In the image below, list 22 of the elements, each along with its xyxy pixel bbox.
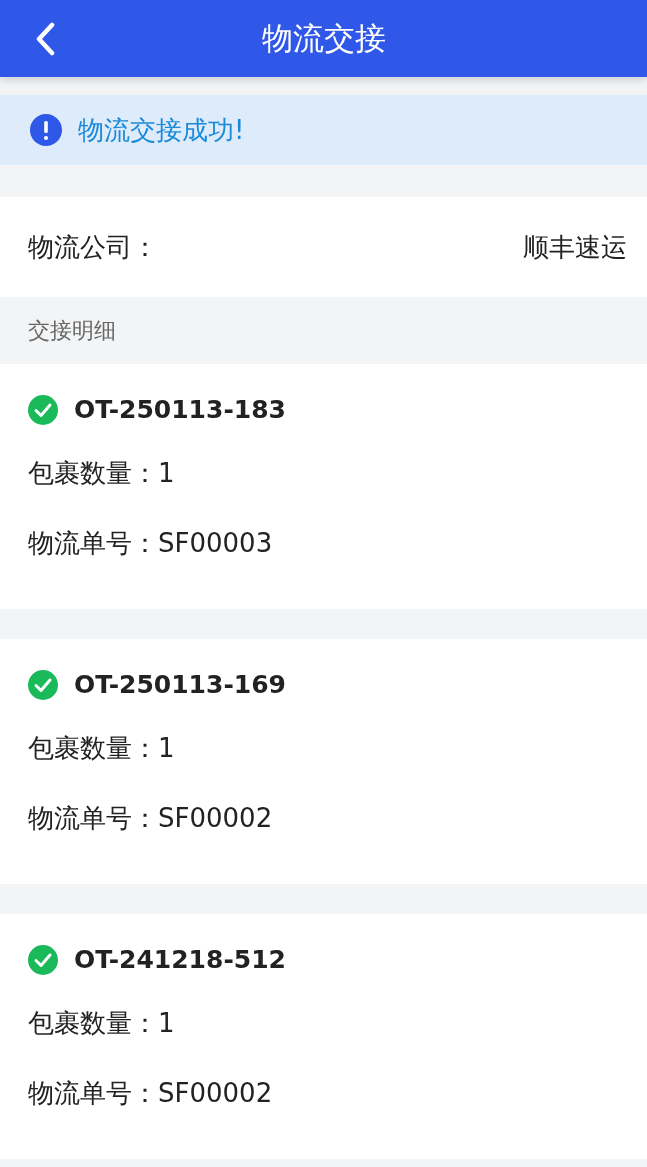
- field-label: 物流单号：: [28, 801, 158, 835]
- field-value: SF00002: [158, 801, 273, 835]
- order-number: OT-241218-512: [74, 944, 286, 977]
- order-number: OT-250113-183: [74, 394, 286, 427]
- field-label: 包裹数量：: [28, 731, 158, 765]
- company-label: 物流公司：: [28, 230, 158, 264]
- alert-icon: [30, 114, 62, 146]
- order-number: OT-250113-169: [74, 669, 286, 702]
- field-value: SF00002: [158, 1076, 273, 1110]
- page-title: 物流交接: [261, 19, 386, 59]
- field-value: SF00003: [158, 526, 273, 560]
- company-value: 顺丰速运: [523, 230, 627, 264]
- section-label: 交接明细: [28, 317, 116, 345]
- field-value: 1: [158, 731, 175, 765]
- alert-message: 物流交接成功!: [78, 113, 245, 147]
- field-value: 1: [158, 456, 175, 490]
- field-label: 物流单号：: [28, 526, 158, 560]
- field-label: 包裹数量：: [28, 1006, 158, 1040]
- field-label: 包裹数量：: [28, 456, 158, 490]
- field-value: 1: [158, 1006, 175, 1040]
- field-label: 物流单号：: [28, 1076, 158, 1110]
- back-icon[interactable]: [34, 22, 56, 56]
